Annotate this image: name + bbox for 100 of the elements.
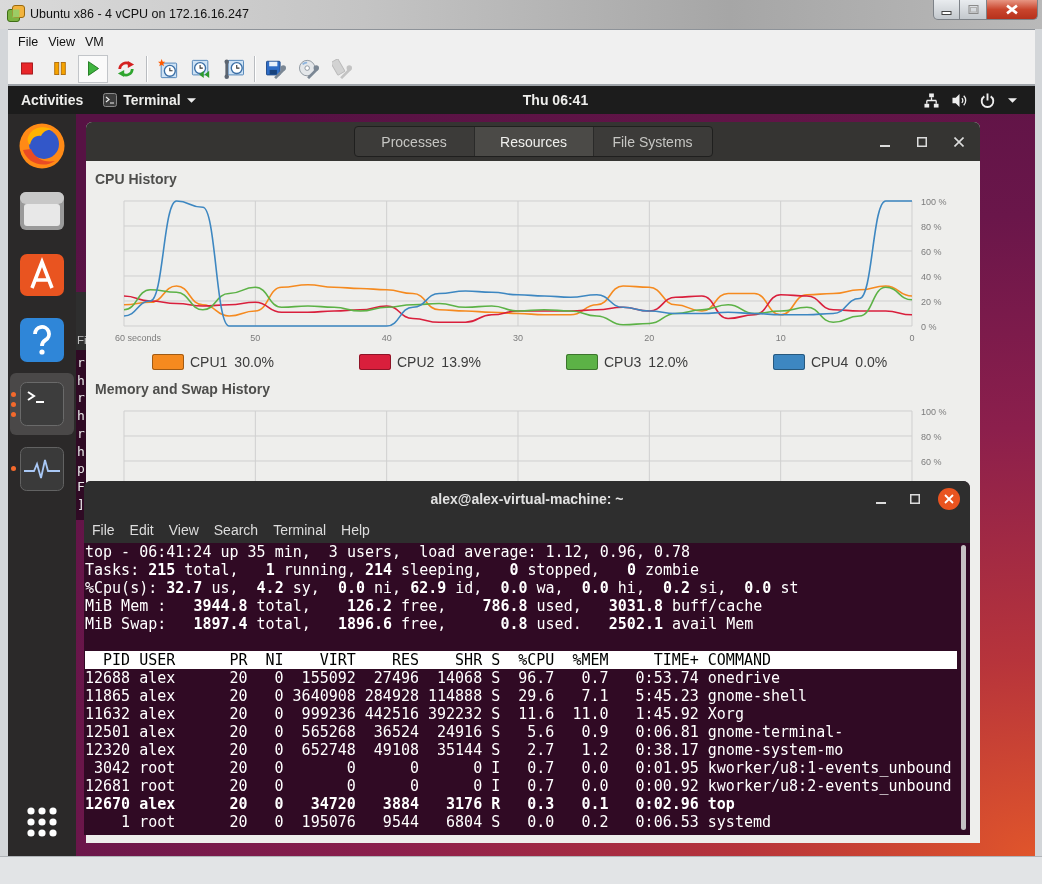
table-cell: 12681 — [85, 777, 131, 795]
table-cell-text: 0 — [273, 759, 284, 777]
column-header: %CPU — [517, 651, 555, 669]
table-cell-text: 0:00.92 — [634, 777, 699, 795]
x-axis-label: 50 — [250, 333, 261, 343]
table-cell-text: 35144 — [436, 741, 483, 759]
menu-item[interactable]: View — [43, 34, 81, 49]
caret-icon — [186, 97, 196, 103]
clock-button[interactable]: Thu 06:41 — [512, 86, 599, 114]
column-header: S — [491, 651, 501, 669]
table-cell-text: 0 — [273, 777, 284, 795]
running-dot-icon — [11, 391, 16, 397]
table-cell-text: 0 — [273, 741, 284, 759]
table-cell: top — [707, 795, 735, 813]
app-menu-button[interactable]: Terminal — [95, 86, 204, 114]
table-cell-text: 5.6 — [526, 723, 555, 741]
tab[interactable]: Resources — [473, 127, 593, 156]
menu-item[interactable]: Search — [213, 522, 259, 538]
table-cell: onedrive — [707, 669, 781, 687]
table-cell-text: 96.7 — [517, 669, 555, 687]
table-cell-text: 20 — [228, 813, 248, 831]
scrollbar[interactable] — [961, 545, 966, 830]
table-cell-text: 0 — [472, 777, 483, 795]
terminal-text: ] — [76, 495, 85, 514]
floppy-wrench-icon — [266, 58, 286, 79]
column-header: VIRT — [318, 651, 356, 669]
table-cell-text: 0.2 — [580, 813, 609, 831]
table-cell-text: alex — [139, 705, 177, 723]
menu-item[interactable]: Help — [341, 522, 370, 538]
legend-label: CPU3 — [604, 354, 642, 370]
table-cell: 442516 — [364, 705, 419, 723]
table-cell-text: 0 — [273, 705, 284, 723]
help-icon — [19, 316, 65, 363]
table-cell: gnome-shell — [707, 687, 808, 705]
tab[interactable]: Processes — [354, 127, 474, 156]
minimize-button[interactable] — [933, 0, 960, 20]
tab[interactable]: File Systems — [592, 127, 712, 156]
terminal-text: r — [76, 424, 85, 443]
table-cell: gnome-terminal- — [707, 723, 844, 741]
table-cell-text: 155092 — [300, 669, 356, 687]
y-axis-label: 80 % — [921, 431, 942, 442]
table-cell-text: root — [139, 777, 177, 795]
table-cell-text: 565268 — [300, 723, 356, 741]
table-cell-text: 0:06.53 — [634, 813, 699, 831]
table-cell-text: 1.2 — [580, 741, 609, 759]
table-cell: 12320 — [85, 741, 131, 759]
clock-sparkle-icon — [158, 58, 178, 79]
table-cell: S — [491, 741, 501, 759]
legend-value: 13.9% — [441, 354, 482, 370]
close-button[interactable] — [937, 487, 961, 511]
close-icon — [954, 136, 964, 147]
table-cell-text: 0 — [273, 795, 284, 813]
column-header: NI — [264, 651, 284, 669]
table-cell-text: alex — [139, 723, 177, 741]
menu-item[interactable]: File — [92, 522, 115, 538]
table-cell-text: 20 — [228, 759, 248, 777]
table-cell-text: 3042 — [93, 759, 131, 777]
column-header: COMMAND — [707, 651, 772, 669]
terminal-text: h — [76, 407, 85, 425]
power-icon — [980, 92, 995, 108]
table-cell-text: 49108 — [372, 741, 419, 759]
grid-icon — [27, 807, 57, 837]
running-dot-icon — [11, 411, 16, 417]
table-cell: 3640908 — [292, 687, 356, 705]
y-axis-label: 20 % — [921, 296, 942, 307]
maximize-icon — [910, 494, 920, 504]
table-cell-text: 0:02.96 — [634, 795, 699, 813]
x-axis-label: 30 — [513, 333, 523, 343]
table-cell-text: 0.7 — [580, 669, 609, 687]
table-cell: gnome-system-mo — [707, 741, 844, 759]
activities-button[interactable]: Activities — [9, 86, 96, 114]
table-cell-text: 0:53.74 — [634, 669, 699, 687]
table-cell-text: 7.1 — [580, 687, 609, 705]
table-cell: R — [491, 795, 501, 813]
menu-item[interactable]: Fi — [77, 334, 87, 346]
window-title: Ubuntu x86 - 4 vCPU on 172.16.16.247 — [30, 6, 249, 23]
y-axis-label: 0 % — [921, 321, 937, 332]
table-cell-text: 24916 — [436, 723, 483, 741]
menu-item[interactable]: Edit — [129, 522, 154, 538]
table-cell: S — [491, 669, 501, 687]
minimize-icon — [941, 10, 952, 15]
table-cell-text: alex — [139, 795, 177, 813]
table-cell-text: 9544 — [381, 813, 419, 831]
menu-item[interactable]: View — [168, 522, 199, 538]
play-button[interactable] — [78, 54, 108, 83]
table-cell-text: 0.0 — [580, 777, 609, 795]
table-cell-text: 6804 — [445, 813, 483, 831]
disc-wrench-icon — [299, 58, 319, 79]
table-cell: 12501 — [85, 723, 131, 741]
menu-item[interactable]: Terminal — [273, 522, 327, 538]
table-cell: 114888 — [428, 687, 483, 705]
column-header: PID — [102, 651, 131, 669]
close-icon — [1005, 4, 1019, 15]
table-cell-text: 29.6 — [517, 687, 555, 705]
menu-item[interactable]: File — [13, 34, 44, 49]
table-cell-text: 195076 — [300, 813, 356, 831]
network-icon — [924, 92, 939, 108]
menu-item[interactable]: VM — [80, 34, 109, 49]
table-cell-text: 0 — [472, 759, 483, 777]
close-button[interactable] — [987, 0, 1038, 20]
